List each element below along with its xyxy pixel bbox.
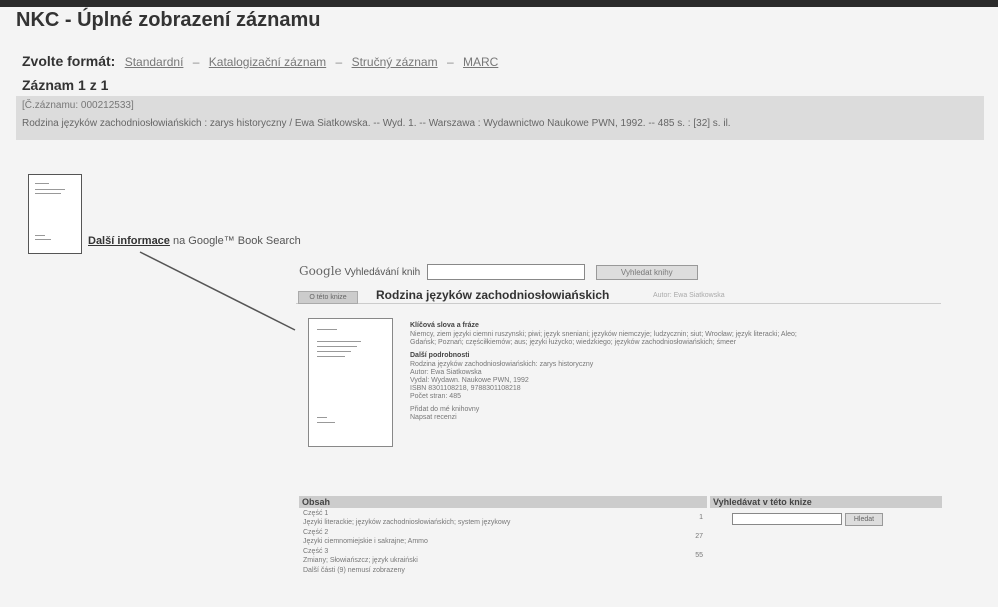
search-in-book-input[interactable] xyxy=(732,513,842,525)
bib-heading: Další podrobnosti xyxy=(410,352,470,359)
bib-line: Autor: Ewa Siatkowska xyxy=(410,369,482,376)
toc-entry-title: Zmiany; Słowiańszcz; język ukraiński xyxy=(303,557,418,564)
google-logo: Google xyxy=(299,264,342,278)
toc-entry-page: 27 xyxy=(695,533,703,540)
key-terms-text: Gdańsk; Poznań; częściłkiemów; aus; języ… xyxy=(410,339,737,346)
toc-entry-part: Część 1 xyxy=(303,510,329,517)
cover-line xyxy=(317,422,335,423)
toc-panel: Obsah Część 1 Języki literackie; języków… xyxy=(299,496,707,574)
book-author: Autor: Ewa Siatkowska xyxy=(653,292,725,299)
toc-heading: Obsah xyxy=(299,496,707,508)
google-search-label: Vyhledávání knih xyxy=(344,267,421,278)
search-in-book-button[interactable]: Hledat xyxy=(845,513,883,526)
key-terms-heading: Klíčová slova a fráze xyxy=(410,322,479,329)
add-to-library-link[interactable]: Přidat do mé knihovny xyxy=(410,406,940,414)
toc-entry[interactable]: Część 1 Języki literackie; języków zacho… xyxy=(299,509,707,527)
cover-line xyxy=(317,356,345,357)
toc-more-link[interactable]: Další části (9) nemusí zobrazeny xyxy=(299,567,707,574)
google-books-search-button[interactable]: Vyhledat knihy xyxy=(595,264,698,280)
search-in-book-panel: Vyhledávat v této knize Hledat xyxy=(710,496,942,526)
write-review-link[interactable]: Napsat recenzi xyxy=(410,414,940,422)
bib-line: Počet stran: 485 xyxy=(410,393,461,400)
google-books-search: Google Vyhledávání knih Vyhledat knihy xyxy=(299,264,698,281)
cover-line xyxy=(317,341,361,342)
bib-line: Rodzina języków zachodniosłowiańskich: z… xyxy=(410,361,594,368)
key-terms-text: Niemcy, ziem języki ciemni ruszynski; pi… xyxy=(410,331,797,338)
toc-entry-page: 1 xyxy=(699,514,703,521)
google-books-search-input[interactable] xyxy=(427,264,586,281)
toc-entry-page: 55 xyxy=(695,552,703,559)
toc-entry[interactable]: Część 3 Zmiany; Słowiańszcz; język ukrai… xyxy=(299,547,707,565)
about-book-tab[interactable]: O této knize xyxy=(298,291,358,304)
book-details: Klíčová slova a fráze Niemcy, ziem język… xyxy=(410,322,940,422)
bib-line: ISBN 8301108218, 9788301108218 xyxy=(410,385,521,392)
toc-entry-title: Języki literackie; języków zachodniosłow… xyxy=(303,519,511,526)
book-title: Rodzina języków zachodniosłowiańskich xyxy=(376,288,610,302)
cover-line xyxy=(317,346,357,347)
search-in-book-heading: Vyhledávat v této knize xyxy=(710,496,942,508)
cover-line xyxy=(317,329,337,330)
cover-line xyxy=(317,351,351,352)
toc-entry-title: Języki ciemnomiejskie i sakrajne; Ammo xyxy=(303,538,428,545)
book-cover xyxy=(308,318,393,447)
book-about-bar: O této knize Rodzina języków zachodniosł… xyxy=(296,288,941,304)
cover-line xyxy=(317,417,327,418)
toc-entry[interactable]: Część 2 Języki ciemnomiejskie i sakrajne… xyxy=(299,528,707,546)
toc-entry-part: Część 3 xyxy=(303,548,329,555)
bib-line: Vydal: Wydawn. Naukowe PWN, 1992 xyxy=(410,377,529,384)
toc-entry-part: Część 2 xyxy=(303,529,329,536)
